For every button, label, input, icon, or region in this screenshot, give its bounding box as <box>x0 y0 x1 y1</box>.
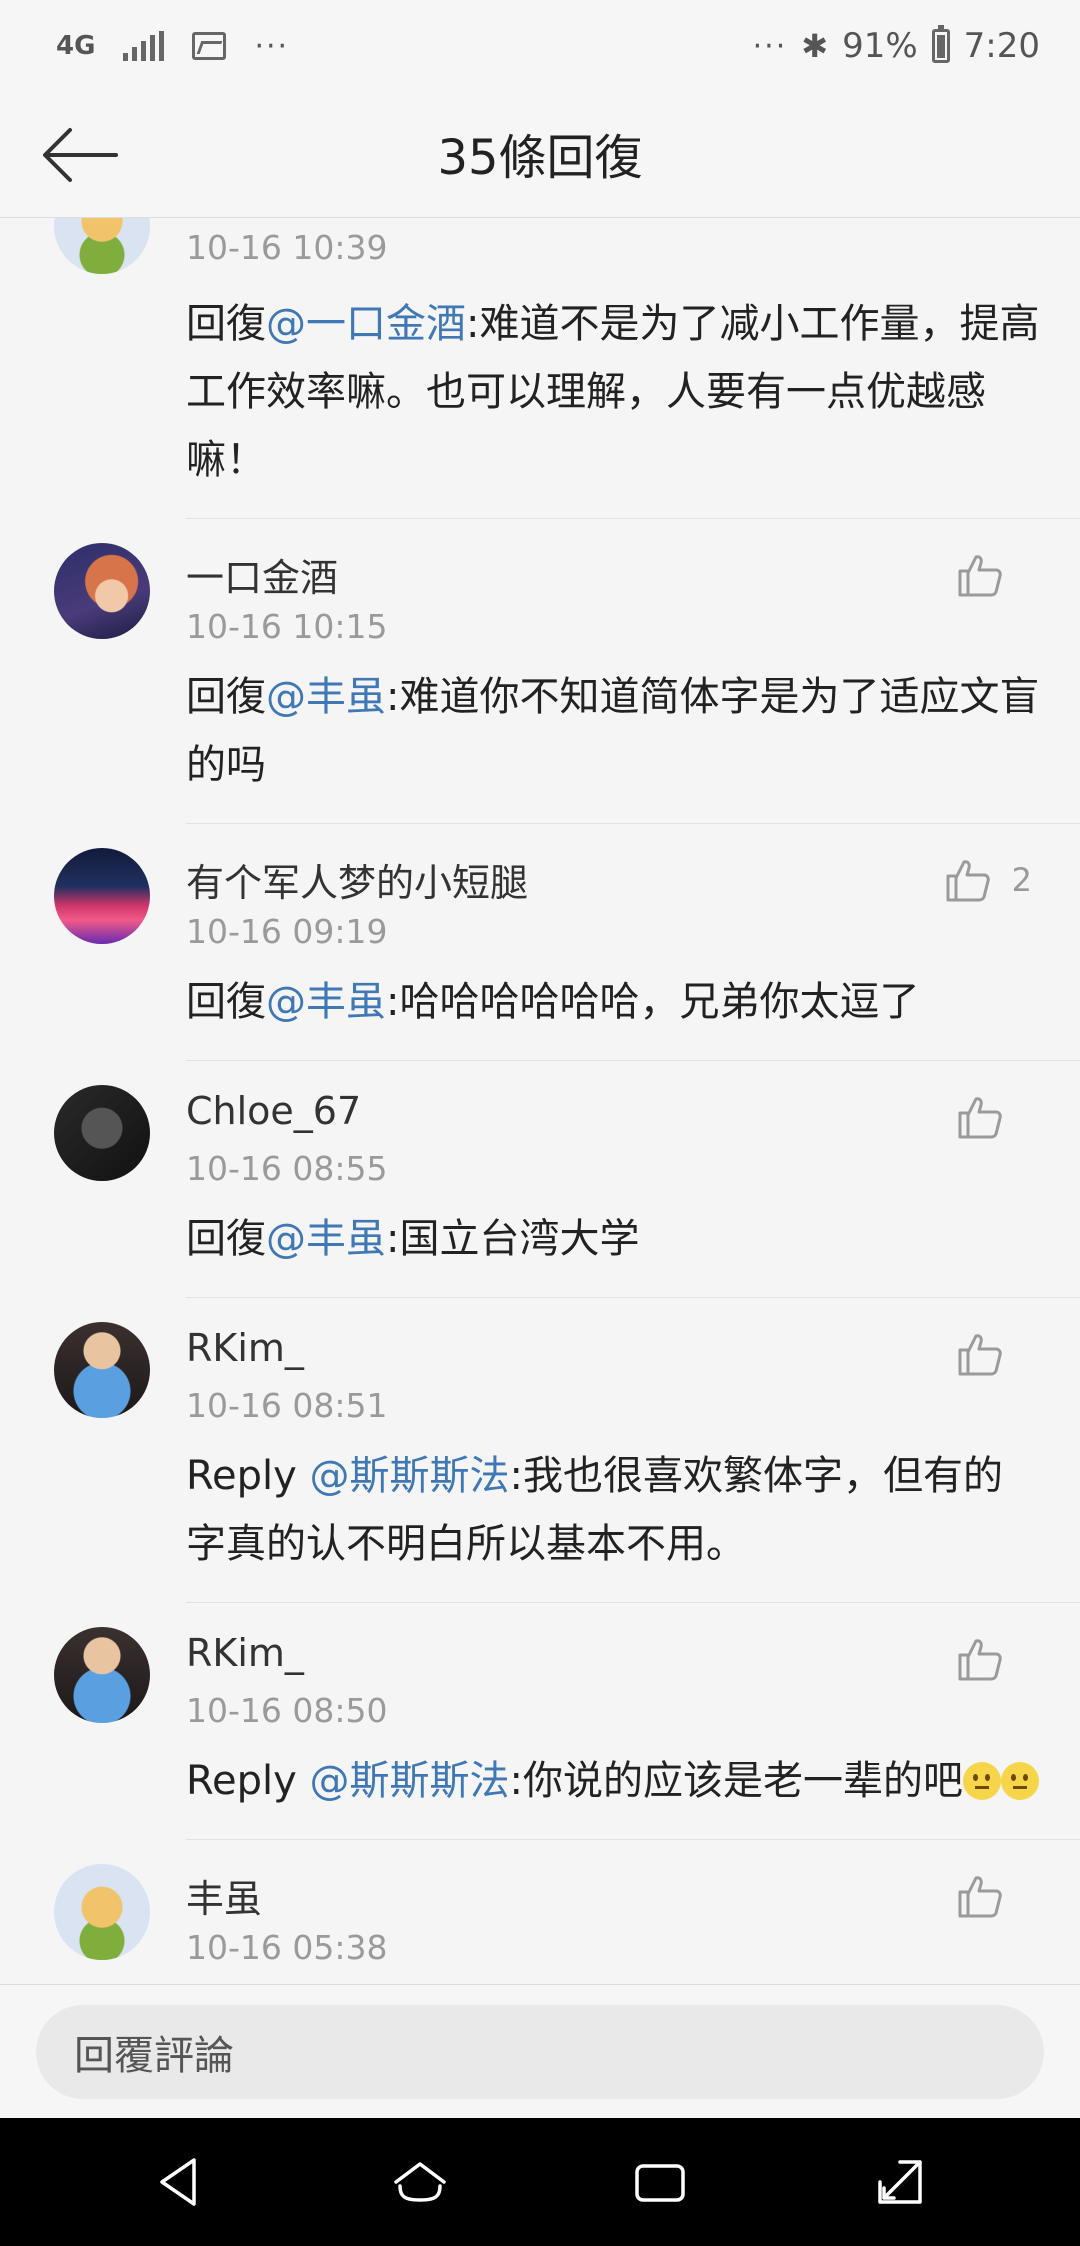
home-icon <box>394 2162 446 2202</box>
comment-time: 10-16 10:15 <box>186 607 388 646</box>
mention-link[interactable]: @丰虽 <box>266 1216 386 1262</box>
thumbs-up-icon <box>958 1639 1002 1681</box>
avatar[interactable] <box>54 1085 150 1181</box>
expand-icon <box>878 2160 922 2204</box>
nav-fullscreen-button[interactable] <box>868 2150 932 2214</box>
thumbs-up-icon <box>958 1334 1002 1376</box>
reply-prefix: 回復 <box>186 1216 266 1262</box>
nav-recents-button[interactable] <box>628 2150 692 2214</box>
thumbs-up-icon <box>946 860 990 902</box>
like-button[interactable] <box>956 1093 1024 1141</box>
clock: 7:20 <box>963 26 1040 66</box>
comment-body: :你说的应该是老一辈的吧 <box>509 1758 963 1804</box>
comment-text: Reply @斯斯斯法:你说的应该是老一辈的吧 <box>186 1747 1080 1815</box>
triangle-back-icon <box>160 2158 196 2206</box>
header: 35條回復 <box>0 92 1080 218</box>
mention-link[interactable]: @丰虽 <box>266 979 386 1025</box>
comment-list[interactable]: 10-16 10:39 回復@一口金酒:难道不是为了减小工作量，提高工作效率嘛。… <box>0 218 1080 1984</box>
reply-prefix: Reply <box>186 1453 310 1499</box>
battery-icon <box>931 25 950 63</box>
reply-prefix: 回復 <box>186 674 266 720</box>
avatar[interactable] <box>54 218 150 274</box>
like-button[interactable]: 2 <box>944 856 1032 904</box>
comment-text: 回復@丰虽:哈哈哈哈哈哈，兄弟你太逗了 <box>186 968 1080 1036</box>
comment-author[interactable]: Chloe_67 <box>186 1061 1080 1149</box>
network-type-indicator: 4G <box>56 31 96 61</box>
reply-bar: 回覆評論 <box>0 1984 1080 2118</box>
comment-item: Chloe_67 10-16 08:55 回復@丰虽:国立台湾大学 <box>54 1061 1080 1298</box>
page-title: 35條回復 <box>437 130 643 186</box>
system-nav-bar <box>0 2118 1080 2246</box>
comment-author[interactable]: RKim_ <box>186 1603 1080 1691</box>
thumbs-up-icon <box>958 1876 1002 1918</box>
nav-back-button[interactable] <box>148 2150 212 2214</box>
thumbs-up-icon <box>958 555 1002 597</box>
like-button[interactable] <box>956 1872 1024 1920</box>
comment-time: 10-16 08:50 <box>186 1691 388 1730</box>
thumbs-up-icon <box>958 1097 1002 1139</box>
more-status-icon: ··· <box>752 28 788 64</box>
comment-item: 丰虽 10-16 05:38 <box>54 1840 1080 1984</box>
status-right: ··· ✱ 91% 7:20 <box>752 25 1040 66</box>
mention-link[interactable]: @丰虽 <box>266 674 386 720</box>
comment-author[interactable]: 一口金酒 <box>186 519 1080 607</box>
status-left: 4G ··· <box>56 29 289 64</box>
reply-prefix: Reply <box>186 1758 310 1804</box>
avatar[interactable] <box>54 543 150 639</box>
comment-item: RKim_ 10-16 08:50 Reply @斯斯斯法:你说的应该是老一辈的… <box>54 1603 1080 1840</box>
bluetooth-icon: ✱ <box>801 27 829 65</box>
comment-text: Reply @斯斯斯法:我也很喜欢繁体字，但有的字真的认不明白所以基本不用。 <box>186 1442 1080 1578</box>
like-count: 2 <box>1011 861 1032 899</box>
comment-time: 10-16 10:39 <box>186 228 388 267</box>
mention-link[interactable]: @斯斯斯法 <box>310 1758 510 1804</box>
like-button[interactable] <box>956 1330 1024 1378</box>
more-notifications-icon: ··· <box>254 28 290 64</box>
image-notification-icon <box>192 32 227 60</box>
nav-home-button[interactable] <box>388 2150 452 2214</box>
comment-text: 回復@丰虽:难道你不知道简体字是为了适应文盲的吗 <box>186 663 1080 799</box>
reply-prefix: 回復 <box>186 301 266 347</box>
comment-author[interactable] <box>186 218 1080 228</box>
avatar[interactable] <box>54 1627 150 1723</box>
thinking-emoji-icon <box>962 1762 1001 1800</box>
comment-author[interactable]: RKim_ <box>186 1298 1080 1386</box>
recent-apps-icon <box>635 2164 685 2202</box>
reply-prefix: 回復 <box>186 979 266 1025</box>
like-button[interactable] <box>956 551 1024 599</box>
mention-link[interactable]: @一口金酒 <box>266 301 466 347</box>
comment-author[interactable]: 丰虽 <box>186 1840 1080 1928</box>
avatar[interactable] <box>54 1864 150 1960</box>
comment-text: 回復@一口金酒:难道不是为了减小工作量，提高工作效率嘛。也可以理解，人要有一点优… <box>186 290 1080 494</box>
like-button[interactable] <box>956 1635 1024 1683</box>
comment-item: 有个军人梦的小短腿 10-16 09:19 回復@丰虽:哈哈哈哈哈哈，兄弟你太逗… <box>54 824 1080 1061</box>
comment-time: 10-16 05:38 <box>186 1928 388 1967</box>
reply-comment-input[interactable]: 回覆評論 <box>36 2005 1044 2099</box>
battery-percent: 91% <box>842 26 918 66</box>
avatar[interactable] <box>54 848 150 944</box>
comment-body: :国立台湾大学 <box>386 1216 640 1262</box>
comment-item: 一口金酒 10-16 10:15 回復@丰虽:难道你不知道简体字是为了适应文盲的… <box>54 519 1080 824</box>
mention-link[interactable]: @斯斯斯法 <box>310 1453 510 1499</box>
comment-text: 回復@丰虽:国立台湾大学 <box>186 1205 1080 1273</box>
comment-time: 10-16 08:55 <box>186 1149 388 1188</box>
comment-item: RKim_ 10-16 08:51 Reply @斯斯斯法:我也很喜欢繁体字，但… <box>54 1298 1080 1603</box>
status-bar: 4G ··· ··· ✱ 91% 7:20 <box>0 0 1080 92</box>
comment-time: 10-16 09:19 <box>186 912 388 951</box>
avatar[interactable] <box>54 1322 150 1418</box>
comment-item: 10-16 10:39 回復@一口金酒:难道不是为了减小工作量，提高工作效率嘛。… <box>54 218 1080 519</box>
signal-strength-icon <box>123 31 165 61</box>
comment-body: :哈哈哈哈哈哈，兄弟你太逗了 <box>386 979 920 1025</box>
comment-time: 10-16 08:51 <box>186 1386 388 1425</box>
thinking-emoji-icon <box>1000 1762 1039 1800</box>
